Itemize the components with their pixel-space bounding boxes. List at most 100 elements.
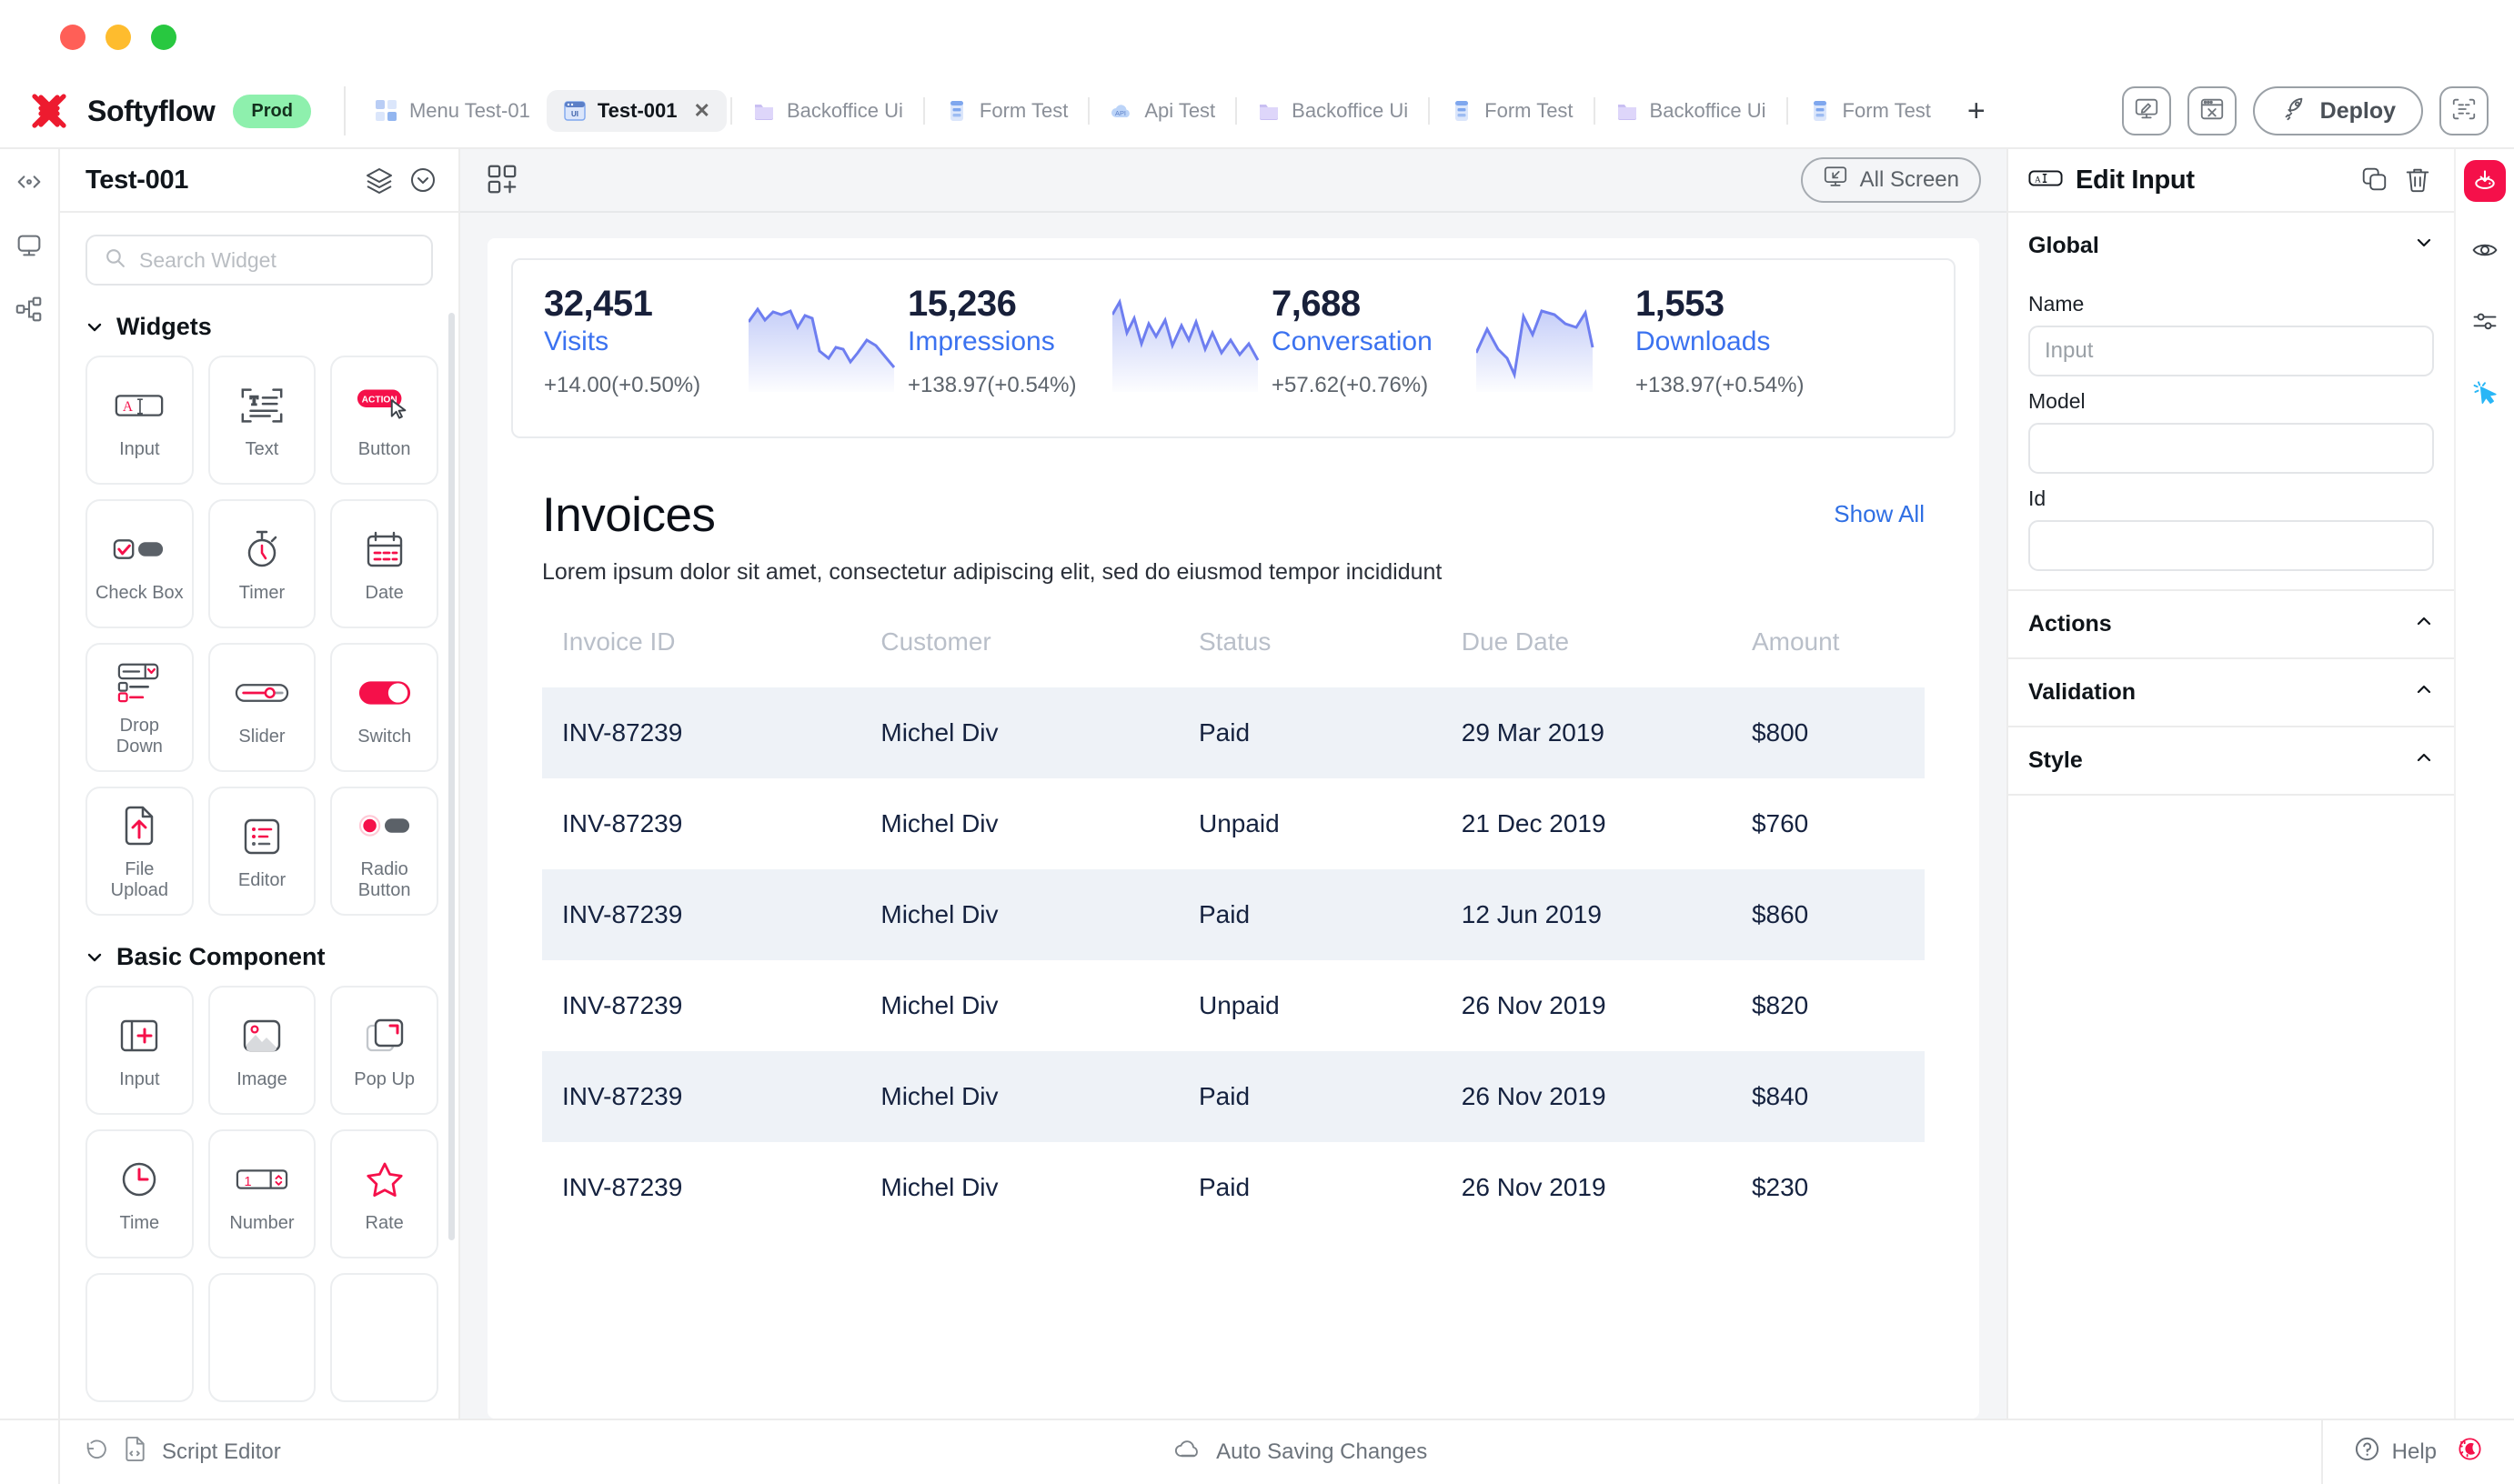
history-icon[interactable] — [84, 1437, 109, 1469]
component-label: Input — [119, 1068, 160, 1089]
monitor-icon[interactable] — [13, 229, 45, 262]
widget-card-file-upload[interactable]: File Upload — [85, 787, 194, 916]
component-card-input[interactable]: Input — [85, 986, 194, 1115]
minimize-window-button[interactable] — [106, 25, 131, 50]
search-widget-box[interactable] — [85, 235, 433, 286]
tab-backoffice-ui-2[interactable]: Backoffice Ui — [1241, 90, 1424, 132]
add-tab-button[interactable]: + — [1947, 92, 2006, 130]
rocket-icon — [2280, 95, 2308, 128]
widget-card-date[interactable]: Date — [330, 499, 438, 628]
widget-card-timer[interactable]: Timer — [207, 499, 317, 628]
canvas-scroll-area[interactable]: 32,451 Visits +14.00(+0.50%) 15,236 Impr… — [460, 213, 2006, 1419]
widget-card-input[interactable]: A Input — [85, 356, 194, 485]
section-actions-header[interactable]: Actions — [2008, 589, 2454, 657]
tab-label: Menu Test-01 — [408, 99, 530, 122]
widget-card-editor[interactable]: Editor — [207, 787, 317, 916]
chevron-down-circle-icon[interactable] — [407, 165, 438, 196]
stat-conversation: 7,688 Conversation +57.62(+0.76%) — [1272, 284, 1635, 398]
add-grid-icon[interactable] — [486, 163, 520, 197]
theme-toggle-button[interactable] — [2457, 1436, 2483, 1469]
tab-menu-test-01[interactable]: Menu Test-01 — [358, 90, 547, 132]
name-input[interactable] — [2028, 326, 2434, 376]
column-header-invoice-id[interactable]: Invoice ID — [542, 627, 880, 687]
widget-card-drop-down[interactable]: Drop Down — [85, 643, 194, 772]
tab-form-test-3[interactable]: Form Test — [1792, 90, 1947, 132]
id-input[interactable] — [2028, 520, 2434, 571]
palette-scrollbar[interactable] — [448, 313, 455, 1240]
code-scan-button[interactable] — [2439, 86, 2489, 135]
stat-value: 1,553 — [1635, 284, 1725, 324]
tab-bar[interactable]: Menu Test-01 UI Test-001 ✕ Backoffice Ui… — [346, 90, 2122, 132]
tab-form-test-1[interactable]: Form Test — [929, 90, 1084, 132]
section-style-header[interactable]: Style — [2008, 726, 2454, 794]
widget-card-slider[interactable]: Slider — [207, 643, 317, 772]
script-editor-button[interactable]: Script Editor — [60, 1436, 281, 1469]
widget-card-check-box[interactable]: Check Box — [85, 499, 194, 628]
trash-icon[interactable] — [2403, 165, 2434, 196]
section-label: Validation — [2028, 679, 2137, 705]
table-row[interactable]: INV-87239 Michel Div Paid 26 Nov 2019 $2… — [542, 1142, 1925, 1233]
tab-backoffice-ui-3[interactable]: Backoffice Ui — [1599, 90, 1783, 132]
table-row[interactable]: INV-87239 Michel Div Unpaid 26 Nov 2019 … — [542, 960, 1925, 1051]
save-button[interactable] — [2464, 160, 2506, 202]
component-card-time[interactable]: Time — [85, 1129, 194, 1258]
table-row[interactable]: INV-87239 Michel Div Paid 29 Mar 2019 $8… — [542, 687, 1925, 778]
table-row[interactable]: INV-87239 Michel Div Paid 12 Jun 2019 $8… — [542, 869, 1925, 960]
widget-card-switch[interactable]: Switch — [330, 643, 438, 772]
sitemap-icon[interactable] — [13, 293, 45, 326]
component-card-number[interactable]: 1 Number — [207, 1129, 317, 1258]
folder-icon — [1257, 99, 1281, 123]
main-body: Test-001 Search Widget Widgets A Input T… — [0, 149, 2514, 1419]
right-icon-rail — [2454, 149, 2514, 1419]
tab-label: Form Test — [1842, 99, 1931, 122]
tab-form-test-2[interactable]: Form Test — [1433, 90, 1589, 132]
component-card-placeholder-3[interactable] — [330, 1273, 438, 1402]
component-card-image[interactable]: Image — [207, 986, 317, 1115]
component-card-rate[interactable]: Rate — [330, 1129, 438, 1258]
stats-widget[interactable]: 32,451 Visits +14.00(+0.50%) 15,236 Impr… — [511, 258, 1956, 438]
section-widgets-header[interactable]: Widgets — [85, 313, 438, 341]
theme-editor-button[interactable] — [2121, 86, 2171, 135]
cell-amount: $860 — [1751, 869, 1925, 960]
widget-label: Text — [245, 438, 279, 459]
column-header-amount[interactable]: Amount — [1752, 627, 1925, 687]
tab-test-001[interactable]: UI Test-001 ✕ — [546, 90, 727, 132]
section-global-header[interactable]: Global — [2008, 213, 2454, 279]
show-all-link[interactable]: Show All — [1834, 487, 1925, 528]
settings-button[interactable] — [2464, 302, 2506, 344]
deploy-button[interactable]: Deploy — [2252, 86, 2423, 135]
widget-card-text[interactable]: T Text — [207, 356, 317, 485]
component-card-pop-up[interactable]: Pop Up — [330, 986, 438, 1115]
maximize-window-button[interactable] — [151, 25, 176, 50]
component-card-placeholder-1[interactable] — [85, 1273, 194, 1402]
search-input[interactable] — [139, 247, 415, 273]
section-basic-component-header[interactable]: Basic Component — [85, 943, 438, 971]
copy-icon[interactable] — [2359, 165, 2390, 196]
interact-button[interactable] — [2464, 373, 2506, 415]
tab-backoffice-ui-1[interactable]: Backoffice Ui — [736, 90, 920, 132]
column-header-customer[interactable]: Customer — [880, 627, 1199, 687]
tab-api-test[interactable]: API Api Test — [1093, 90, 1232, 132]
table-row[interactable]: INV-87239 Michel Div Unpaid 21 Dec 2019 … — [542, 778, 1925, 869]
window-tools-button[interactable] — [2187, 86, 2237, 135]
window-controls[interactable] — [60, 25, 176, 50]
widget-card-radio-button[interactable]: Radio Button — [330, 787, 438, 916]
stat-downloads: 1,553 Downloads +138.97(+0.54%) — [1635, 284, 1923, 398]
widget-card-button[interactable]: ACTION Button — [330, 356, 438, 485]
all-screen-button[interactable]: All Screen — [1800, 157, 1981, 203]
help-button[interactable]: Help — [2354, 1436, 2437, 1469]
model-input[interactable] — [2028, 423, 2434, 474]
close-window-button[interactable] — [60, 25, 85, 50]
preview-button[interactable] — [2464, 231, 2506, 273]
table-row[interactable]: INV-87239 Michel Div Paid 26 Nov 2019 $8… — [542, 1051, 1925, 1142]
collapse-arrows-icon[interactable] — [13, 165, 45, 198]
layers-icon[interactable] — [364, 165, 395, 196]
tab-label: Form Test — [1484, 99, 1574, 122]
action-button-icon: ACTION — [356, 381, 414, 430]
column-header-due-date[interactable]: Due Date — [1462, 627, 1752, 687]
close-icon[interactable]: ✕ — [694, 99, 710, 123]
component-card-placeholder-2[interactable] — [207, 1273, 317, 1402]
section-validation-header[interactable]: Validation — [2008, 657, 2454, 726]
column-header-status[interactable]: Status — [1199, 627, 1462, 687]
tab-separator — [1088, 97, 1091, 125]
